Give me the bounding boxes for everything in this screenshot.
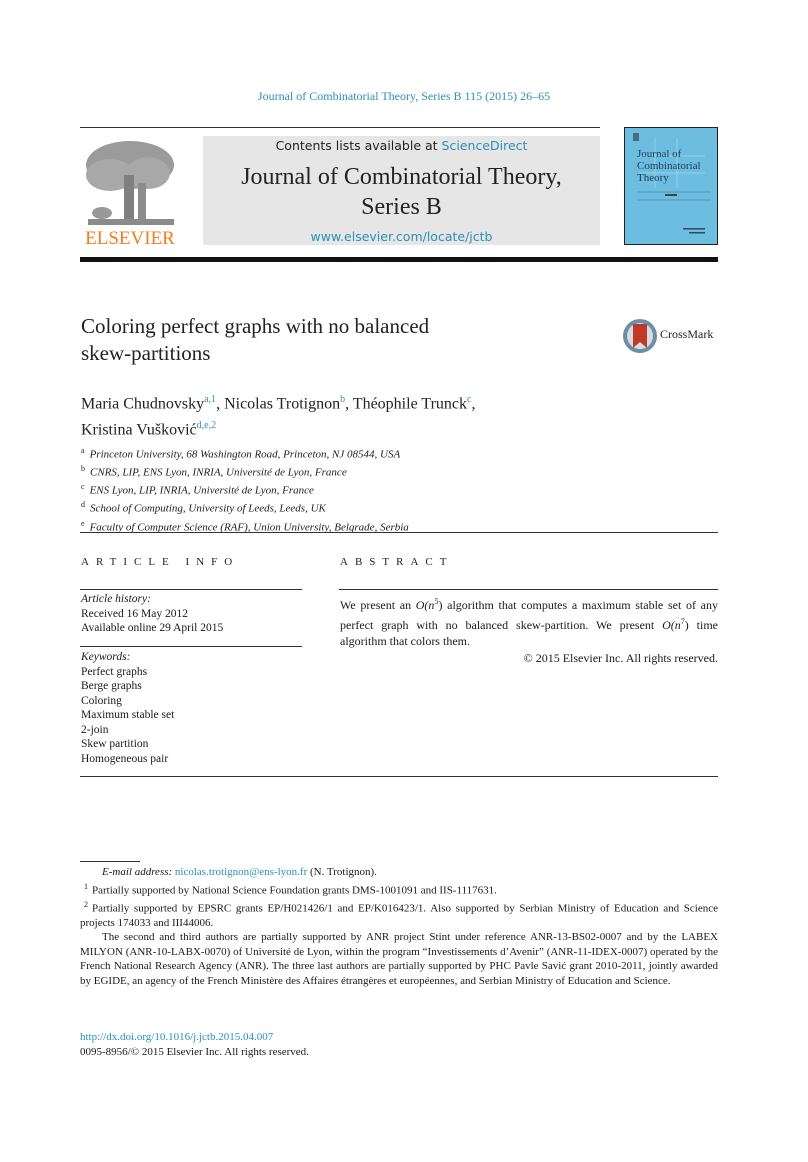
author-affiliation-marker[interactable]: a,1 bbox=[204, 394, 216, 405]
article-history: Article history: Received 16 May 2012 Av… bbox=[81, 592, 223, 636]
author-list: Maria Chudnovskya,1, Nicolas Trotignonb,… bbox=[81, 389, 641, 442]
journal-masthead: Contents lists available at ScienceDirec… bbox=[203, 136, 600, 245]
affiliation-item: b CNRS, LIP, ENS Lyon, INRIA, Université … bbox=[81, 462, 409, 480]
author-separator: , bbox=[216, 395, 225, 413]
article-info-heading: ARTICLE INFO bbox=[81, 556, 240, 568]
author-separator: , bbox=[471, 395, 476, 413]
author-name[interactable]: Maria Chudnovsky bbox=[81, 395, 204, 412]
section-rule bbox=[80, 532, 718, 533]
footnote-funding: The second and third authors are partial… bbox=[80, 931, 718, 987]
keyword-item: Perfect graphs bbox=[81, 665, 148, 678]
footnote-text: Partially supported by EPSRC grants EP/H… bbox=[80, 902, 718, 929]
math-base: O(n bbox=[662, 617, 681, 632]
email-suffix: (N. Trotignon). bbox=[307, 866, 377, 878]
footnote-1: 1 Partially supported by National Science… bbox=[80, 880, 718, 898]
keyword-item: Berge graphs bbox=[81, 680, 142, 692]
affiliation-item: a Princeton University, 68 Washington Roa… bbox=[81, 444, 409, 462]
abstract-rule bbox=[339, 589, 718, 590]
keywords-label: Keywords: bbox=[81, 651, 131, 663]
affiliation-key: e bbox=[81, 518, 85, 528]
history-item: Available online 29 April 2015 bbox=[81, 622, 224, 634]
article-title-line1: Coloring perfect graphs with no balanced bbox=[81, 314, 430, 338]
journal-url-link[interactable]: www.elsevier.com/locate/jctb bbox=[203, 229, 600, 244]
contents-prefix: Contents lists available at bbox=[275, 138, 442, 153]
footnote-text: Partially supported by National Science … bbox=[92, 884, 497, 897]
abstract-text-segment: We present an bbox=[340, 598, 416, 612]
math-base: O(n bbox=[415, 598, 435, 612]
keyword-item: Coloring bbox=[81, 694, 122, 707]
cover-title-line: Journal of bbox=[637, 148, 682, 160]
affiliation-text: ENS Lyon, LIP, INRIA, Université de Lyon… bbox=[89, 484, 314, 497]
author-name[interactable]: Nicolas Trotignon bbox=[224, 395, 340, 412]
footnote-email: E-mail address: nicolas.trotignon@ens-ly… bbox=[80, 865, 718, 880]
history-label: Article history: bbox=[81, 593, 151, 605]
author-name[interactable]: Kristina Vušković bbox=[81, 422, 197, 439]
elsevier-logo-text: ELSEVIER bbox=[85, 228, 175, 249]
cover-title-line: Combinatorial bbox=[637, 160, 701, 172]
crossmark-label: CrossMark bbox=[660, 327, 714, 341]
journal-name-line2: Series B bbox=[361, 194, 442, 220]
affiliation-key: c bbox=[81, 482, 85, 492]
abstract-text: We present an O(n5) algorithm that compu… bbox=[340, 594, 718, 650]
keyword-item: Skew partition bbox=[81, 738, 149, 750]
email-link[interactable]: nicolas.trotignon@ens-lyon.fr bbox=[175, 866, 307, 878]
contents-line: Contents lists available at ScienceDirec… bbox=[203, 138, 600, 153]
article-title: Coloring perfect graphs with no balanced… bbox=[81, 313, 429, 367]
history-item: Received 16 May 2012 bbox=[81, 607, 188, 620]
math-complexity: O(n5) bbox=[415, 597, 443, 612]
affiliation-item: d School of Computing, University of Leed… bbox=[81, 498, 409, 516]
affiliation-key: a bbox=[81, 446, 85, 455]
doi-link[interactable]: http://dx.doi.org/10.1016/j.jctb.2015.04… bbox=[80, 1030, 309, 1045]
affiliation-key: d bbox=[81, 500, 85, 510]
author-affiliation-marker[interactable]: d,e,2 bbox=[197, 420, 216, 431]
author-name[interactable]: Théophile Trunck bbox=[353, 395, 467, 412]
footnote-mark: 1 bbox=[84, 881, 88, 891]
article-title-line2: skew-partitions bbox=[81, 341, 211, 365]
cover-title-line: Theory bbox=[637, 172, 669, 184]
issn-line: 0095-8956/© 2015 Elsevier Inc. All right… bbox=[80, 1045, 309, 1058]
header-rule bbox=[80, 127, 600, 128]
running-head[interactable]: Journal of Combinatorial Theory, Series … bbox=[0, 89, 808, 104]
crossmark-icon bbox=[623, 319, 657, 353]
email-label: E-mail address: bbox=[102, 866, 173, 878]
article-info-rule bbox=[80, 646, 302, 647]
journal-name: Journal of Combinatorial Theory, Series … bbox=[203, 162, 600, 222]
journal-cover-thumbnail[interactable]: Journal of Combinatorial Theory bbox=[624, 127, 718, 245]
math-complexity: O(n7) bbox=[662, 617, 689, 632]
footnote-mark: 2 bbox=[84, 899, 88, 909]
cover-grid-icon bbox=[633, 133, 711, 234]
affiliation-list: a Princeton University, 68 Washington Roa… bbox=[81, 444, 409, 535]
footnote-2: 2 Partially supported by EPSRC grants EP/… bbox=[80, 898, 718, 931]
masthead-thick-rule bbox=[80, 257, 718, 262]
footnote-rule bbox=[80, 861, 140, 862]
section-rule bbox=[80, 776, 718, 777]
abstract-heading: ABSTRACT bbox=[340, 556, 454, 568]
article-info-rule bbox=[80, 589, 302, 590]
keyword-item: 2-join bbox=[81, 723, 109, 736]
affiliation-key: b bbox=[81, 464, 85, 474]
keyword-item: Homogeneous pair bbox=[81, 752, 169, 765]
abstract-body: We present an O(n5) algorithm that compu… bbox=[340, 594, 718, 666]
footnotes: E-mail address: nicolas.trotignon@ens-ly… bbox=[80, 865, 718, 988]
abstract-copyright: © 2015 Elsevier Inc. All rights reserved… bbox=[523, 650, 718, 665]
author-separator: , bbox=[345, 395, 353, 413]
keyword-item: Maximum stable set bbox=[81, 709, 175, 721]
affiliation-text: Princeton University, 68 Washington Road… bbox=[89, 448, 401, 461]
affiliation-text: School of Computing, University of Leeds… bbox=[90, 503, 326, 516]
cover-title: Journal of Combinatorial Theory bbox=[637, 148, 701, 184]
doi-block: http://dx.doi.org/10.1016/j.jctb.2015.04… bbox=[80, 1030, 309, 1059]
affiliation-item: c ENS Lyon, LIP, INRIA, Université de Lyo… bbox=[81, 480, 409, 498]
sciencedirect-link[interactable]: ScienceDirect bbox=[442, 138, 528, 153]
crossmark-button[interactable]: CrossMark bbox=[622, 318, 722, 354]
affiliation-text: CNRS, LIP, ENS Lyon, INRIA, Université d… bbox=[90, 466, 347, 479]
journal-name-line1: Journal of Combinatorial Theory, bbox=[241, 164, 562, 190]
keywords-list: Keywords: Perfect graphs Berge graphs Co… bbox=[81, 650, 174, 766]
